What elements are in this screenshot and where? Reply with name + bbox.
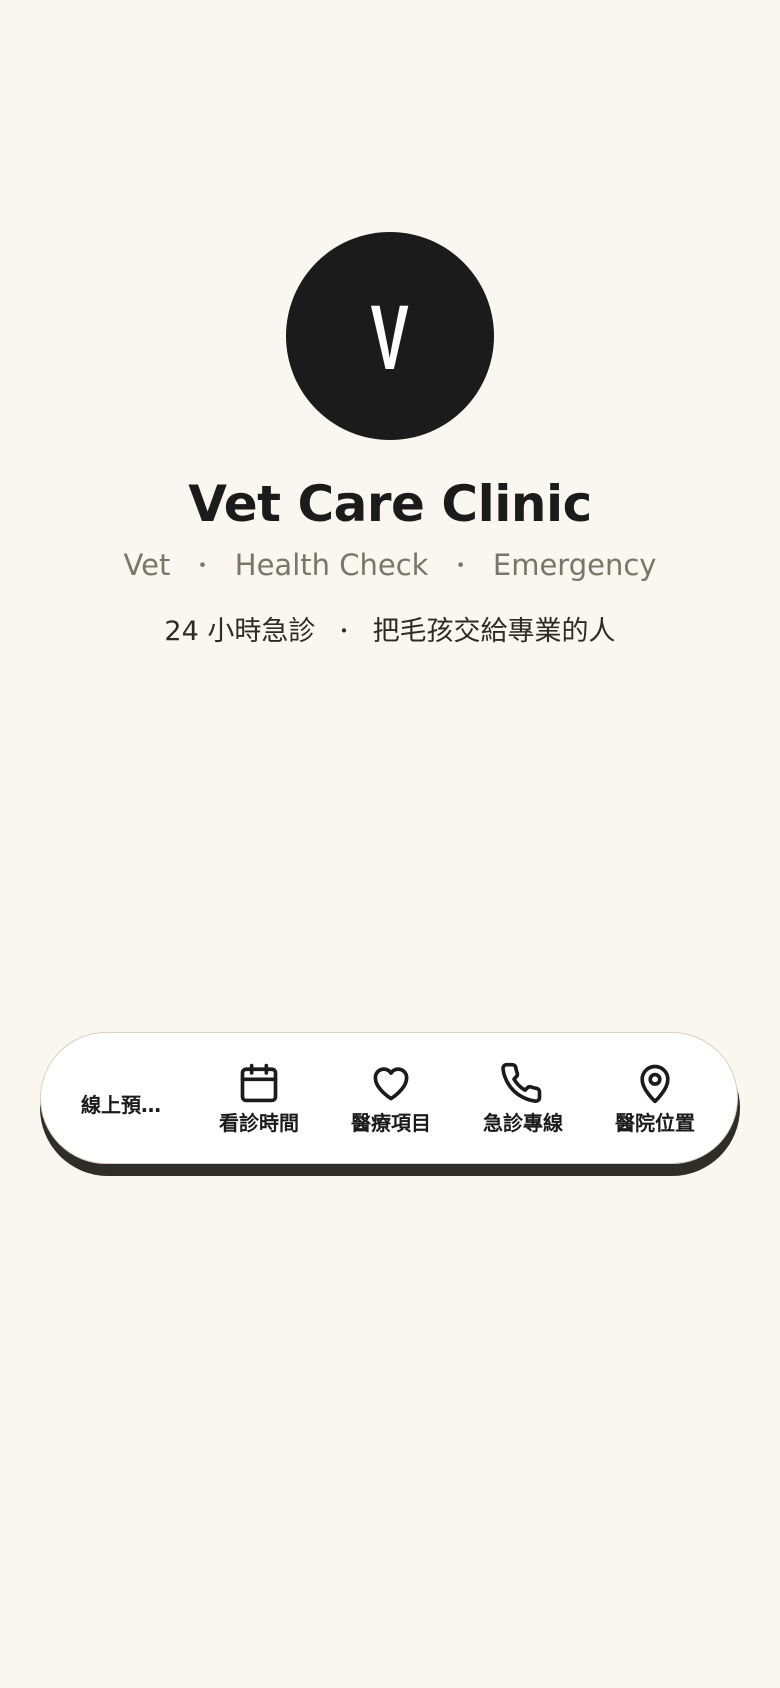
nav-label-emergency-line: 急診專線 <box>483 1111 563 1135</box>
phone-icon <box>501 1061 545 1105</box>
tag-emergency: Emergency <box>492 548 657 582</box>
tagline: 24 小時急診 ・ 把毛孩交給專業的人 <box>0 612 780 651</box>
avatar: V <box>286 232 494 440</box>
map-pin-icon <box>633 1061 677 1105</box>
nav-item-emergency-line[interactable]: 急診專線 <box>463 1061 583 1135</box>
nav-label-services: 醫療項目 <box>351 1111 431 1135</box>
page-title: Vet Care Clinic <box>188 475 592 533</box>
nav-item-online-booking[interactable]: 線上預… <box>81 1089 161 1118</box>
nav-item-services[interactable]: 醫療項目 <box>331 1061 451 1135</box>
calendar-icon <box>237 1061 281 1105</box>
bottom-nav-bar: 線上預… 看診時間 醫療項目 急診專線 醫院位置 <box>40 1032 738 1164</box>
tagline-separator: ・ <box>333 619 354 643</box>
tag-vet: Vet <box>123 548 171 582</box>
nav-label-clinic-hours: 看診時間 <box>219 1111 299 1135</box>
category-tags: Vet ・ Health Check ・ Emergency <box>0 546 780 586</box>
tag-separator: ・ <box>449 554 472 579</box>
tagline-part-2: 把毛孩交給專業的人 <box>372 616 616 647</box>
nav-label-location: 醫院位置 <box>615 1111 695 1135</box>
heart-icon <box>369 1061 413 1105</box>
tag-health-check: Health Check <box>234 548 429 582</box>
avatar-letter: V <box>370 287 410 389</box>
nav-item-location[interactable]: 醫院位置 <box>595 1061 715 1135</box>
tag-separator: ・ <box>191 554 214 579</box>
nav-item-clinic-hours[interactable]: 看診時間 <box>199 1061 319 1135</box>
tagline-part-1: 24 小時急診 <box>164 616 316 647</box>
